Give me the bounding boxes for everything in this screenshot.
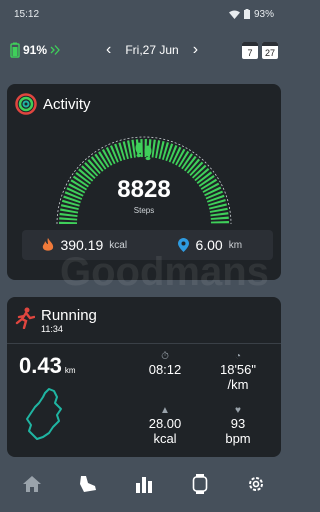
running-card[interactable]: Running 11:34 0.43 km ⏱ 08:12 ◔ 18'56" /… <box>7 297 281 457</box>
running-calories-unit: kcal <box>153 431 177 446</box>
running-header: Running 11:34 <box>15 307 97 334</box>
week-calendar-button[interactable]: 7 <box>242 41 258 59</box>
activity-header: Activity <box>15 93 91 115</box>
watch-battery-icon <box>10 42 20 58</box>
tab-sports[interactable] <box>73 469 103 499</box>
tab-device[interactable] <box>185 469 215 499</box>
heart-icon: ♥ <box>235 405 241 416</box>
running-distance-value: 0.43 <box>19 353 62 378</box>
running-duration: ⏱ 08:12 <box>132 351 198 377</box>
week-calendar-label: 7 <box>247 47 253 58</box>
month-calendar-button[interactable]: 27 <box>262 41 278 59</box>
running-duration-value: 08:12 <box>148 362 182 377</box>
tab-stats[interactable] <box>129 469 159 499</box>
home-icon <box>23 476 41 492</box>
running-calories-value: 28.00 <box>148 416 182 431</box>
tab-settings[interactable] <box>241 469 271 499</box>
activity-rings-icon <box>15 93 37 115</box>
running-heart-rate-unit: bpm <box>225 431 251 446</box>
running-heart-rate: ♥ 93 bpm <box>205 405 271 446</box>
date-navigator: ‹ Fri,27 Jun › <box>62 41 242 59</box>
battery-icon <box>243 9 250 19</box>
next-day-button[interactable]: › <box>193 41 198 59</box>
gear-icon <box>249 477 263 491</box>
stopwatch-icon: ⏱ <box>161 351 169 362</box>
current-date: Fri,27 Jun <box>125 43 179 57</box>
calories-unit: kcal <box>109 239 128 251</box>
month-calendar-label: 27 <box>264 47 275 58</box>
route-map <box>26 388 62 440</box>
tab-home[interactable] <box>17 469 47 499</box>
steps-label: Steps <box>133 206 155 215</box>
status-time: 15:12 <box>14 8 40 20</box>
running-pace-value: 18'56" <box>219 362 257 377</box>
flame-icon <box>43 238 54 251</box>
shoe-icon <box>80 476 96 492</box>
activity-title: Activity <box>43 95 91 113</box>
wifi-icon <box>228 10 240 19</box>
watch-icon <box>192 474 208 494</box>
watermark: Goodmans <box>60 250 269 294</box>
bottom-nav <box>0 456 288 512</box>
running-distance: 0.43 km <box>19 353 76 379</box>
running-calories: ▲ 28.00 kcal <box>132 405 198 446</box>
watch-battery-value: 91% <box>23 43 48 57</box>
watch-battery: 91% <box>10 42 62 58</box>
distance-unit: km <box>228 239 243 251</box>
running-time: 11:34 <box>41 324 63 334</box>
bar-chart-icon <box>136 477 152 493</box>
calendar-buttons: 7 27 <box>242 41 278 59</box>
running-title: Running <box>41 307 97 324</box>
running-pace: ◔ 18'56" /km <box>205 351 271 392</box>
running-divider <box>7 343 281 344</box>
running-distance-unit: km <box>64 366 76 375</box>
flame-small-icon: ▲ <box>160 405 170 416</box>
steps-value: 8828 <box>117 176 171 203</box>
header: 91% ‹ Fri,27 Jun › 7 27 <box>0 28 288 72</box>
charging-bars-icon <box>50 45 60 55</box>
running-heart-rate-value: 93 <box>230 416 246 431</box>
running-pace-unit: /km <box>227 377 249 392</box>
speedometer-icon: ◔ <box>234 351 242 362</box>
status-bar: 15:12 93% <box>0 0 288 28</box>
runner-icon <box>15 307 35 329</box>
phone-battery: 93% <box>253 8 274 20</box>
prev-day-button[interactable]: ‹ <box>106 41 111 59</box>
